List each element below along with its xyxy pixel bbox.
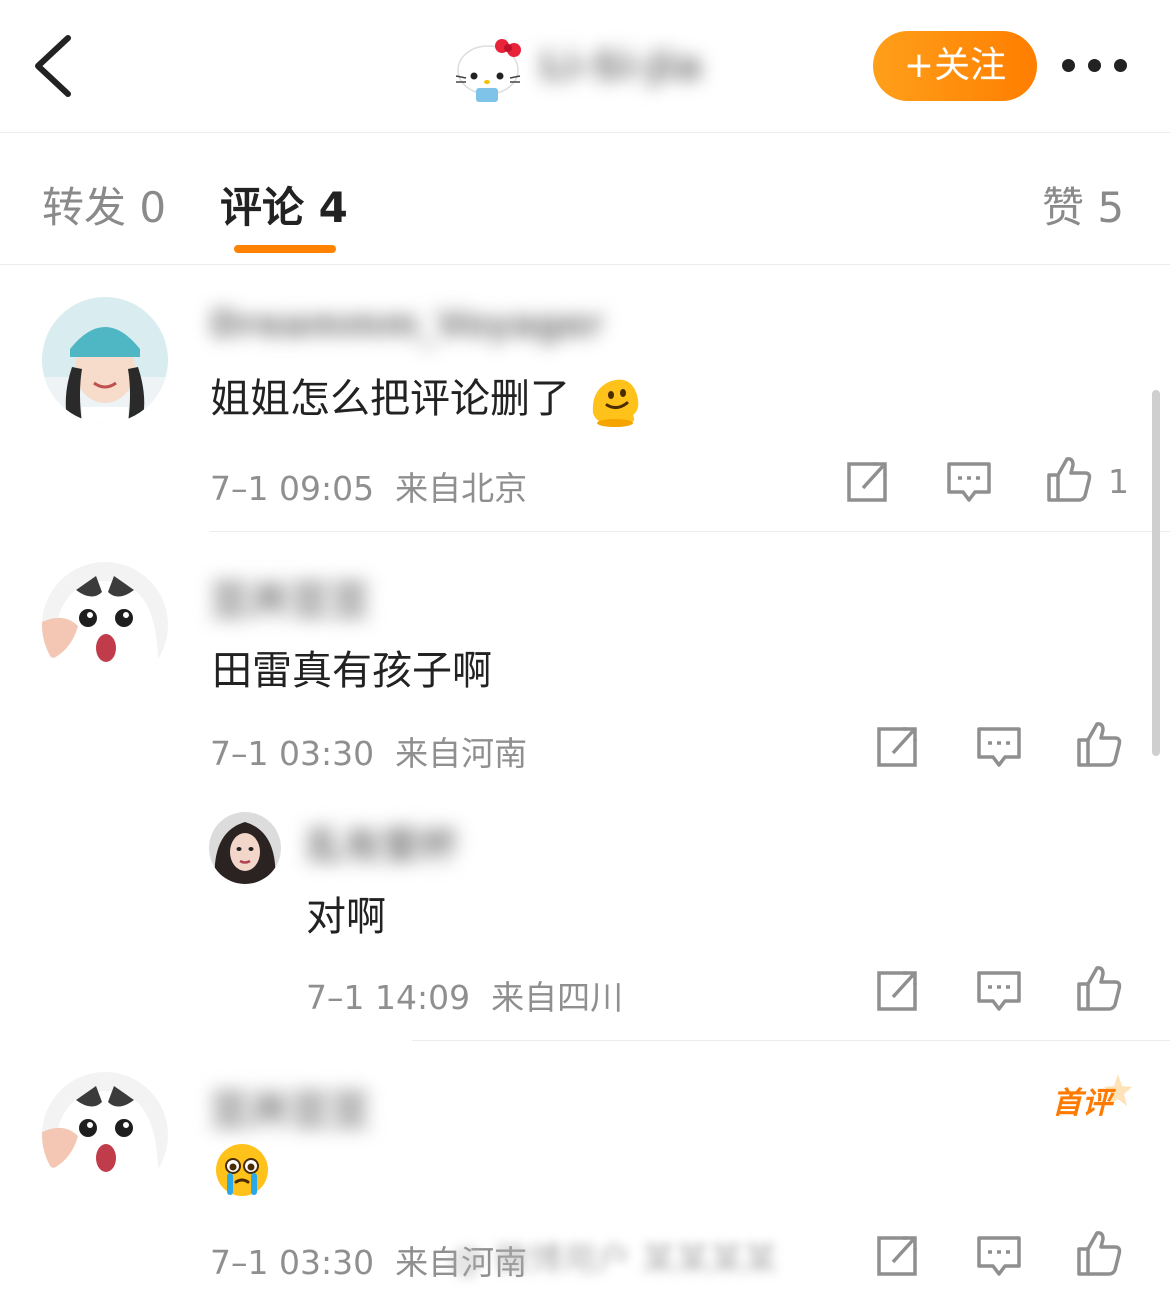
avatar[interactable] bbox=[42, 562, 168, 688]
like-count: 1 bbox=[1108, 462, 1129, 501]
comment-meta: 7–1 09:05 来自北京 bbox=[210, 469, 528, 508]
tab-likes[interactable]: 赞 5 bbox=[1042, 174, 1124, 235]
comment-divider bbox=[210, 531, 1170, 532]
top-bar: Li-Si-Jia +关注 bbox=[0, 0, 1170, 133]
comment-icon bbox=[977, 1236, 1021, 1276]
watermark: @ 微博用户 某某某某 bbox=[450, 1240, 778, 1280]
tab-comments[interactable]: 评论 4 bbox=[220, 174, 348, 235]
scrollbar[interactable] bbox=[1152, 390, 1160, 756]
reply-button[interactable] bbox=[975, 1232, 1023, 1280]
comment-username[interactable]: 豆丼豆豆 bbox=[210, 568, 370, 626]
thumbs-up-icon bbox=[1077, 1231, 1122, 1276]
thumbs-up-icon bbox=[1047, 457, 1092, 502]
comment-icon bbox=[977, 727, 1021, 767]
more-options-button[interactable] bbox=[1058, 44, 1132, 88]
crying-face-emoji-icon bbox=[212, 1140, 272, 1200]
like-button[interactable] bbox=[1075, 1229, 1123, 1277]
first-comment-badge: 首评 bbox=[1052, 1072, 1132, 1122]
more-dot-icon bbox=[1062, 59, 1075, 72]
author-name[interactable]: Li-Si-Jia bbox=[540, 44, 702, 88]
tab-reposts[interactable]: 转发 0 bbox=[42, 174, 166, 235]
repost-button[interactable] bbox=[843, 458, 891, 506]
reply-button[interactable] bbox=[975, 967, 1023, 1015]
reply-text: 对啊 bbox=[306, 894, 386, 940]
share-edit-icon bbox=[877, 1236, 917, 1276]
avatar[interactable] bbox=[42, 1072, 168, 1198]
like-button[interactable] bbox=[1045, 455, 1093, 503]
melting-face-emoji-icon bbox=[587, 373, 643, 429]
comment-text bbox=[212, 1140, 272, 1210]
repost-button[interactable] bbox=[873, 967, 921, 1015]
avatar[interactable] bbox=[42, 297, 168, 423]
comment-text: 姐姐怎么把评论删了 bbox=[210, 366, 643, 429]
comment-username[interactable]: Dreammm_Voyager bbox=[210, 304, 603, 345]
reply-meta: 7–1 14:09 来自四川 bbox=[306, 978, 624, 1017]
like-button[interactable] bbox=[1075, 964, 1123, 1012]
share-edit-icon bbox=[877, 971, 917, 1011]
reply-button[interactable] bbox=[945, 458, 993, 506]
back-button[interactable] bbox=[28, 30, 88, 100]
comment-text: 田雷真有孩子啊 bbox=[212, 648, 492, 694]
more-dot-icon bbox=[1088, 59, 1101, 72]
share-edit-icon bbox=[847, 462, 887, 502]
comment-username[interactable]: 豆丼豆豆 bbox=[210, 1078, 370, 1136]
repost-button[interactable] bbox=[873, 723, 921, 771]
thumbs-up-icon bbox=[1077, 722, 1122, 767]
thumbs-up-icon bbox=[1077, 966, 1122, 1011]
avatar[interactable] bbox=[209, 812, 281, 884]
active-tab-indicator bbox=[234, 245, 336, 253]
chevron-left-icon bbox=[35, 35, 71, 97]
author-avatar[interactable] bbox=[452, 32, 524, 104]
like-button[interactable] bbox=[1075, 720, 1123, 768]
reply-button[interactable] bbox=[975, 723, 1023, 771]
comment-divider bbox=[412, 1040, 1170, 1041]
more-dot-icon bbox=[1114, 59, 1127, 72]
tab-bar: 转发 0 评论 4 赞 5 bbox=[0, 132, 1170, 265]
follow-button[interactable]: +关注 bbox=[873, 31, 1037, 101]
share-edit-icon bbox=[877, 727, 917, 767]
comment-icon bbox=[947, 462, 991, 502]
repost-button[interactable] bbox=[873, 1232, 921, 1280]
reply-username[interactable]: 乱有爱杯 bbox=[306, 815, 458, 870]
comment-icon bbox=[977, 971, 1021, 1011]
comment-meta: 7–1 03:30 来自河南 bbox=[210, 734, 528, 773]
